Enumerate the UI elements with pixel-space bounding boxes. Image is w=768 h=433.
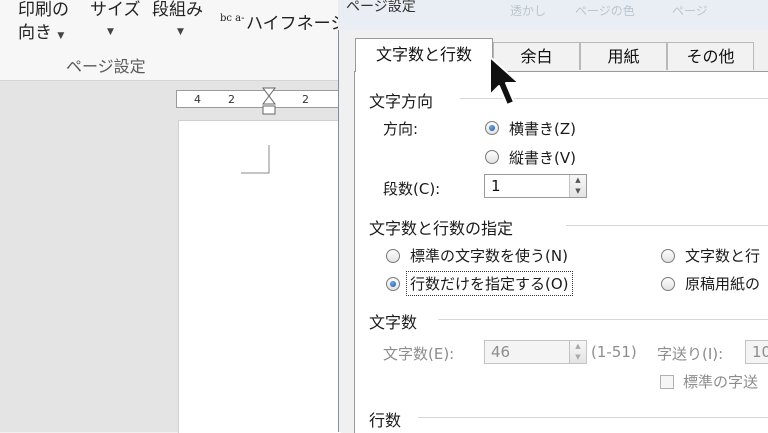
- margin-corner-mark: [241, 145, 270, 174]
- size-label: サイズ: [90, 0, 141, 20]
- spin-down-icon[interactable]: ▼: [570, 186, 586, 197]
- orientation-label-line2: 向き: [18, 23, 52, 43]
- section-title-lines: 行数: [369, 411, 402, 430]
- spin-up-icon[interactable]: ▲: [570, 175, 586, 186]
- columns-button[interactable]: 段組み ▼: [152, 0, 203, 37]
- background-ribbon-text: 透かし: [510, 4, 547, 18]
- hyphenation-label: ハイフネーシ: [246, 14, 340, 34]
- dropdown-arrow-icon: ▼: [107, 27, 114, 37]
- ribbon-group-label: ページ設定: [66, 57, 146, 76]
- direction-label: 方向:: [383, 120, 419, 138]
- tab-label: その他: [686, 47, 735, 66]
- columns-count-label: 段数(C):: [383, 180, 441, 198]
- radio-chars-and-lines-label[interactable]: 文字数と行: [685, 247, 760, 265]
- horizontal-ruler[interactable]: 4 2 2: [176, 87, 340, 115]
- tab-other[interactable]: その他: [667, 42, 754, 70]
- ruler-tick: 4: [194, 93, 201, 106]
- radio-vertical[interactable]: [485, 150, 499, 164]
- char-pitch-label: 字送り(I):: [657, 345, 724, 363]
- background-ribbon-text: ページの色: [575, 4, 635, 18]
- document-page[interactable]: [178, 120, 341, 433]
- chars-per-line-spinner[interactable]: 46 ▲ ▼: [484, 340, 587, 364]
- hyphenation-button[interactable]: bc a- ハイフネーシ: [220, 12, 340, 36]
- section-divider: [438, 319, 768, 320]
- char-pitch-spinner[interactable]: 10: [745, 340, 768, 364]
- radio-manuscript[interactable]: [661, 277, 675, 291]
- section-title-grid: 文字数と行数の指定: [369, 219, 514, 238]
- chars-per-line-value: 46: [491, 343, 511, 361]
- columns-label: 段組み: [152, 0, 203, 20]
- columns-spinner[interactable]: 1 ▲ ▼: [484, 174, 587, 198]
- chars-range: (1-51): [591, 343, 637, 361]
- mouse-pointer-icon: [489, 56, 520, 106]
- tab-label: 文字数と行数: [375, 45, 472, 64]
- section-title-direction: 文字方向: [369, 92, 434, 111]
- spin-down-icon[interactable]: ▼: [570, 352, 586, 363]
- hyphenation-icon: bc a-: [220, 13, 245, 24]
- section-divider: [566, 225, 768, 226]
- radio-default-chars[interactable]: [386, 249, 400, 263]
- section-divider: [418, 417, 768, 418]
- default-pitch-checkbox[interactable]: [660, 375, 674, 389]
- ruler-tick: 2: [302, 93, 309, 106]
- orientation-label-line1: 印刷の: [18, 0, 69, 20]
- background-ribbon-text: ページ: [672, 4, 708, 18]
- tab-label: 用紙: [607, 47, 640, 66]
- radio-lines-only-label[interactable]: 行数だけを指定する(O): [406, 271, 573, 296]
- dialog-title: ページ設定: [346, 0, 416, 15]
- char-pitch-value: 10: [752, 343, 768, 361]
- tab-chars-lines[interactable]: 文字数と行数: [355, 38, 493, 72]
- indent-marker-icon[interactable]: [261, 87, 277, 117]
- dropdown-arrow-icon: ▼: [57, 31, 65, 41]
- orientation-button[interactable]: 印刷の 向き ▼: [18, 0, 69, 46]
- ruler-tick: 2: [228, 93, 235, 106]
- columns-value: 1: [491, 177, 501, 195]
- radio-vertical-label[interactable]: 縦書き(V): [509, 147, 576, 168]
- radio-manuscript-label[interactable]: 原稿用紙の: [685, 275, 760, 293]
- size-button[interactable]: サイズ ▼: [90, 0, 141, 37]
- radio-lines-only[interactable]: [386, 277, 400, 291]
- dropdown-arrow-icon: ▼: [177, 27, 184, 37]
- default-pitch-label[interactable]: 標準の字送: [683, 373, 758, 391]
- radio-horizontal-label[interactable]: 横書き(Z): [509, 118, 576, 139]
- spin-up-icon[interactable]: ▲: [570, 341, 586, 352]
- chars-per-line-label: 文字数(E):: [383, 345, 455, 363]
- tab-paper[interactable]: 用紙: [580, 42, 667, 70]
- radio-chars-and-lines[interactable]: [661, 249, 675, 263]
- section-title-chars: 文字数: [369, 313, 418, 332]
- radio-default-chars-label[interactable]: 標準の文字数を使う(N): [410, 245, 568, 266]
- radio-horizontal[interactable]: [485, 121, 499, 135]
